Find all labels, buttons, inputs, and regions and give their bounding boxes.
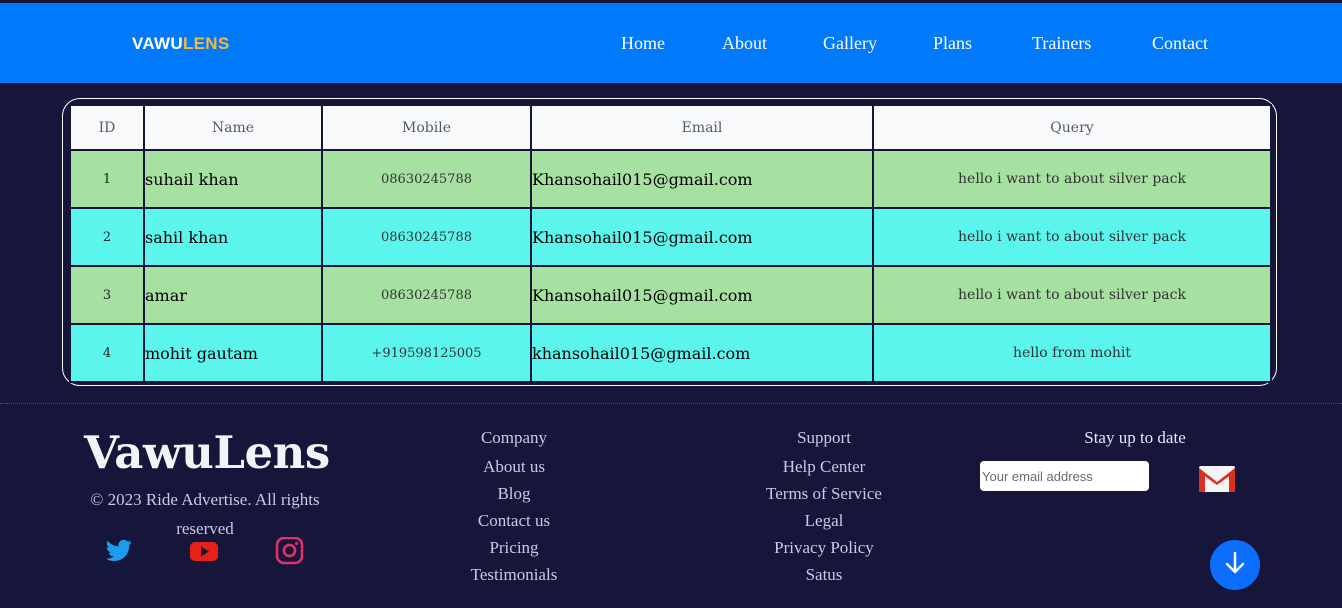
cell-name: mohit gautam [143, 323, 323, 383]
cell-query: hello from mohit [872, 323, 1272, 383]
cell-mobile: 08630245788 [321, 265, 532, 325]
company-link-blog[interactable]: Blog [414, 484, 614, 511]
cell-mobile: 08630245788 [321, 149, 532, 209]
twitter-icon[interactable] [103, 537, 135, 565]
table-row: 3 amar 08630245788 Khansohail015@gmail.c… [69, 265, 1272, 325]
company-link-contact[interactable]: Contact us [414, 511, 614, 538]
support-link-help[interactable]: Help Center [724, 457, 924, 484]
company-link-testimonials[interactable]: Testimonials [414, 565, 614, 592]
instagram-icon[interactable] [273, 536, 305, 565]
support-link-terms[interactable]: Terms of Service [724, 484, 924, 511]
support-link-legal[interactable]: Legal [724, 511, 924, 538]
navbar: VAWULENS Home About Gallery Plans Traine… [0, 3, 1342, 83]
cell-query: hello i want to about silver pack [872, 265, 1272, 325]
cell-id: 1 [69, 149, 145, 209]
newsletter-heading: Stay up to date [1084, 428, 1186, 447]
nav-about[interactable]: About [722, 33, 767, 54]
cell-email: Khansohail015@gmail.com [530, 149, 874, 209]
cell-id: 4 [69, 323, 145, 383]
footer-support-column: Support Help Center Terms of Service Leg… [724, 428, 924, 592]
nav-home[interactable]: Home [621, 33, 665, 54]
scroll-down-button[interactable] [1210, 540, 1260, 590]
support-heading: Support [797, 428, 851, 447]
cell-mobile: 08630245788 [321, 207, 532, 267]
cell-query: hello i want to about silver pack [872, 207, 1272, 267]
footer-copyright: © 2023 Ride Advertise. All rights reserv… [90, 490, 320, 538]
cell-id: 3 [69, 265, 145, 325]
footer-company-column: Company About us Blog Contact us Pricing… [414, 428, 614, 592]
header-email: Email [530, 104, 874, 151]
cell-name: amar [143, 265, 323, 325]
nav-contact[interactable]: Contact [1152, 33, 1208, 54]
brand-part-1: VAWU [132, 34, 183, 53]
company-link-pricing[interactable]: Pricing [414, 538, 614, 565]
newsletter-email-input[interactable] [980, 461, 1149, 491]
header-query: Query [872, 104, 1272, 151]
company-heading: Company [480, 428, 548, 447]
support-link-status[interactable]: Satus [724, 565, 924, 592]
nav-plans[interactable]: Plans [933, 33, 972, 54]
brand-logo[interactable]: VAWULENS [132, 34, 230, 54]
cell-id: 2 [69, 207, 145, 267]
header-name: Name [143, 104, 323, 151]
footer-logo: VawuLens [84, 426, 330, 479]
cell-name: sahil khan [143, 207, 323, 267]
support-link-privacy[interactable]: Privacy Policy [724, 538, 924, 565]
company-link-about[interactable]: About us [414, 457, 614, 484]
table-row: 2 sahil khan 08630245788 Khansohail015@g… [69, 207, 1272, 267]
cell-email: Khansohail015@gmail.com [530, 265, 874, 325]
nav-trainers[interactable]: Trainers [1032, 33, 1091, 54]
youtube-icon[interactable] [188, 537, 220, 565]
table-row: 1 suhail khan 08630245788 Khansohail015@… [69, 149, 1272, 209]
cell-query: hello i want to about silver pack [872, 149, 1272, 209]
gmail-icon[interactable] [1198, 464, 1236, 494]
brand-part-2: LENS [182, 34, 230, 53]
arrow-down-icon [1222, 550, 1248, 580]
nav-gallery[interactable]: Gallery [823, 33, 877, 54]
cell-mobile: +919598125005 [321, 323, 532, 383]
cell-name: suhail khan [143, 149, 323, 209]
table-header-row: ID Name Mobile Email Query [69, 104, 1272, 151]
table-row: 4 mohit gautam +919598125005 khansohail0… [69, 323, 1272, 383]
cell-email: Khansohail015@gmail.com [530, 207, 874, 267]
header-mobile: Mobile [321, 104, 532, 151]
cell-email: khansohail015@gmail.com [530, 323, 874, 383]
footer-divider [0, 403, 1342, 404]
queries-table: ID Name Mobile Email Query 1 suhail khan… [69, 104, 1272, 383]
header-id: ID [69, 104, 145, 151]
